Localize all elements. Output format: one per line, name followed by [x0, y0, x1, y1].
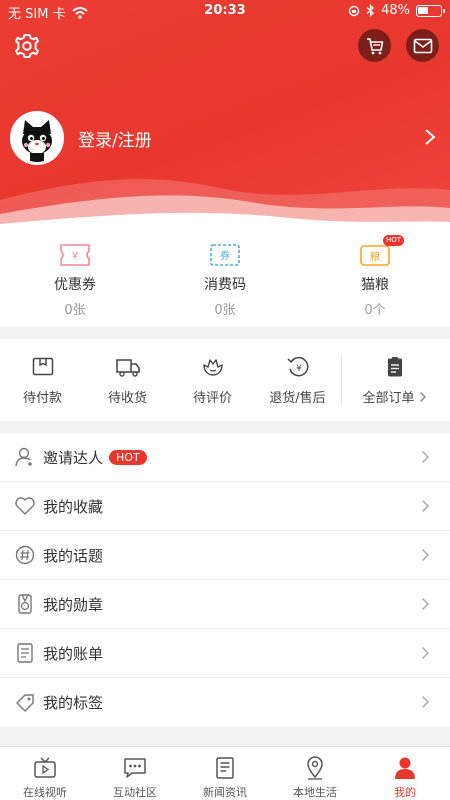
menu-item-tags[interactable]: 我的标签: [0, 678, 450, 727]
order-pending-payment[interactable]: 待付款: [0, 339, 85, 421]
menu-list: 邀请达人 HOT 我的收藏 我的话题 我的勋章 我的账单 我的标签: [0, 433, 450, 727]
gear-icon[interactable]: [12, 31, 42, 61]
medal-icon: [18, 594, 32, 614]
order-pending-review[interactable]: 待评价: [170, 339, 255, 421]
assets-panel: ¥ 优惠券 0张 券 消费码 0张 粮 HOT 猫粮 0个: [0, 232, 450, 327]
asset-name: 优惠券: [54, 277, 96, 293]
svg-text:粮: 粮: [370, 250, 380, 263]
news-icon: [216, 757, 234, 779]
heart-icon: [15, 497, 35, 515]
chevron-right-icon: [421, 499, 430, 513]
hot-badge: HOT: [109, 449, 147, 465]
wallet-icon: [32, 357, 53, 376]
tag-icon: [16, 693, 34, 712]
menu-item-label: 我的标签: [43, 694, 104, 712]
clipboard-icon: [387, 357, 402, 377]
header-wave: [0, 179, 450, 232]
hashtag-icon: [15, 545, 35, 565]
mail-icon: [413, 38, 432, 53]
message-button[interactable]: [406, 29, 439, 62]
refund-icon: ¥: [286, 356, 308, 377]
menu-item-label: 我的账单: [43, 644, 104, 663]
review-icon: [202, 359, 223, 376]
tab-local-life[interactable]: 本地生活: [270, 747, 360, 800]
tab-label: 我的: [394, 786, 416, 799]
menu-item-topics[interactable]: 我的话题: [0, 531, 450, 580]
svg-text:¥: ¥: [72, 251, 78, 262]
tab-label: 互动社区: [113, 786, 157, 799]
avatar[interactable]: [10, 111, 64, 165]
bill-icon: [17, 643, 33, 663]
order-label: 全部订单: [362, 391, 415, 406]
cat-avatar-icon: [13, 114, 61, 162]
menu-item-label: 我的话题: [43, 546, 104, 565]
coupon-icon: ¥: [60, 244, 90, 266]
status-bar: 无 SIM 卡 20:33 48%: [0, 0, 450, 22]
truck-icon: [115, 359, 140, 377]
person-icon: [395, 757, 415, 779]
divider: [341, 355, 342, 405]
coupon-entry[interactable]: ¥ 优惠券 0张: [0, 232, 150, 327]
asset-value: 0张: [214, 303, 236, 318]
svg-text:¥: ¥: [296, 364, 302, 374]
cat-food-entry[interactable]: 粮 HOT 猫粮 0个: [300, 232, 450, 327]
chevron-right-icon: [421, 646, 430, 660]
invite-icon: [15, 447, 32, 467]
bluetooth-icon: [366, 4, 375, 17]
tab-label: 本地生活: [293, 786, 337, 799]
tab-mine[interactable]: 我的: [360, 747, 450, 800]
order-label: 退货/售后: [269, 391, 326, 406]
tab-bar: 在线视听 互动社区 新闻资讯 本地生活 我的: [0, 746, 450, 800]
order-pending-receipt[interactable]: 待收货: [85, 339, 170, 421]
battery-percent: 48%: [381, 3, 410, 18]
chat-icon: [124, 758, 146, 778]
chevron-right-icon: [421, 548, 430, 562]
battery-icon: [416, 4, 445, 17]
tab-label: 在线视听: [23, 786, 67, 799]
menu-item-bills[interactable]: 我的账单: [0, 629, 450, 678]
svg-text:券: 券: [220, 249, 230, 262]
chevron-right-icon: [421, 695, 430, 709]
cart-icon: [366, 37, 383, 54]
order-label: 待收货: [107, 391, 147, 406]
location-icon: [307, 756, 323, 780]
order-refund[interactable]: ¥ 退货/售后: [255, 339, 340, 421]
login-row[interactable]: 登录/注册: [10, 110, 440, 166]
asset-value: 0个: [364, 303, 386, 318]
menu-item-label: 我的收藏: [43, 497, 104, 516]
chevron-right-icon: [419, 391, 426, 402]
menu-item-label: 邀请达人: [43, 448, 104, 467]
menu-item-medals[interactable]: 我的勋章: [0, 580, 450, 629]
order-label: 待评价: [192, 391, 232, 406]
tab-community[interactable]: 互动社区: [90, 747, 180, 800]
orientation-lock-icon: [348, 5, 360, 16]
menu-item-label: 我的勋章: [43, 595, 104, 614]
tab-label: 新闻资讯: [203, 786, 247, 799]
profile-header: 无 SIM 卡 20:33 48% 登录/注册: [0, 0, 450, 232]
order-label: 待付款: [22, 391, 62, 406]
login-register-link[interactable]: 登录/注册: [78, 126, 152, 151]
cart-button[interactable]: [358, 29, 391, 62]
voucher-icon: 券: [210, 244, 240, 266]
orders-panel: 待付款 待收货 待评价 ¥ 退货/售后 全部订单: [0, 339, 450, 421]
asset-name: 猫粮: [361, 277, 389, 293]
menu-item-invite[interactable]: 邀请达人 HOT: [0, 433, 450, 482]
chevron-right-icon: [425, 129, 436, 145]
tab-news[interactable]: 新闻资讯: [180, 747, 270, 800]
asset-name: 消费码: [204, 277, 246, 293]
hot-badge: HOT: [382, 235, 404, 246]
tv-icon: [34, 757, 56, 778]
chevron-right-icon: [421, 597, 430, 611]
asset-value: 0张: [64, 303, 86, 318]
tab-online-media[interactable]: 在线视听: [0, 747, 90, 800]
menu-item-favorites[interactable]: 我的收藏: [0, 482, 450, 531]
chevron-right-icon: [421, 450, 430, 464]
voucher-entry[interactable]: 券 消费码 0张: [150, 232, 300, 327]
all-orders-link[interactable]: 全部订单: [340, 339, 449, 421]
